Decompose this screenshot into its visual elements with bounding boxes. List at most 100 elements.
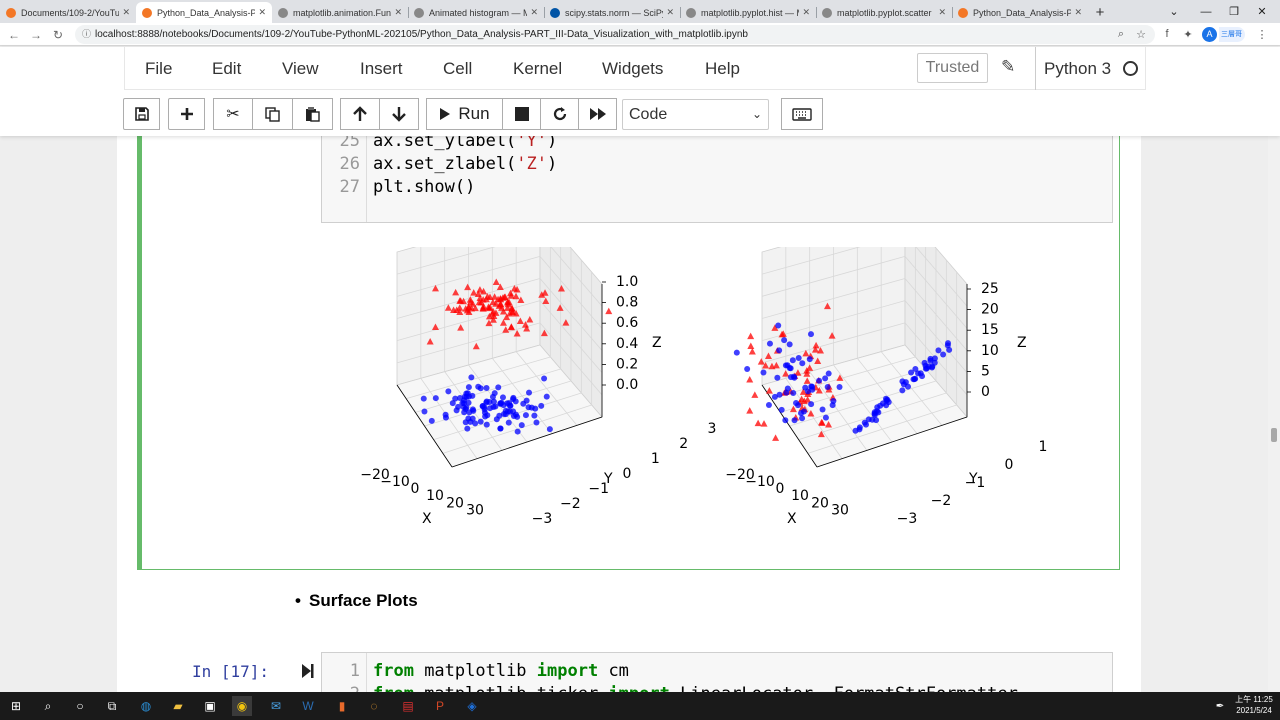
browser-tab[interactable]: Python_Data_Analysis-PA ✕: [952, 2, 1088, 23]
browser-tab[interactable]: Animated histogram — M ✕: [408, 2, 544, 23]
save-icon: [134, 107, 149, 121]
copy-button[interactable]: [252, 98, 293, 130]
menu-insert[interactable]: Insert: [360, 59, 403, 79]
cortana-icon[interactable]: ○: [70, 696, 90, 716]
kernel-name[interactable]: Python 3: [1035, 47, 1111, 90]
forward-icon[interactable]: →: [27, 26, 45, 43]
app-chat-icon[interactable]: ◈: [462, 696, 482, 716]
close-tab-icon[interactable]: ✕: [1074, 7, 1082, 18]
close-tab-icon[interactable]: ✕: [938, 7, 946, 18]
circle-marker: [856, 424, 863, 431]
close-tab-icon[interactable]: ✕: [530, 7, 538, 18]
cell-type-select[interactable]: Code ⌄: [622, 99, 769, 130]
taskbar-clock[interactable]: 上午 11:25 2021/5/24: [1228, 694, 1280, 716]
code-line: 25 ax.set_ylabel('Y'): [322, 136, 558, 153]
paste-button[interactable]: [292, 98, 333, 130]
circle-marker: [531, 412, 538, 419]
url-field[interactable]: ⓘ localhost:8888/notebooks/Documents/109…: [75, 25, 1155, 44]
browser-tab[interactable]: matplotlib.pyplot.hist — M ✕: [680, 2, 816, 23]
circle-marker: [799, 360, 806, 367]
edit-pencil-icon[interactable]: ✎: [1001, 57, 1023, 79]
profile-avatar[interactable]: A: [1202, 27, 1217, 42]
trusted-indicator[interactable]: Trusted: [917, 53, 988, 83]
browser-tab[interactable]: matplotlib.animation.Fun ✕: [272, 2, 408, 23]
circle-marker: [528, 404, 535, 411]
menu-widgets[interactable]: Widgets: [602, 59, 663, 79]
close-tab-icon[interactable]: ✕: [258, 7, 266, 18]
circle-marker: [922, 365, 929, 372]
browser-tab[interactable]: scipy.stats.norm — SciPy ✕: [544, 2, 680, 23]
close-tab-icon[interactable]: ✕: [122, 7, 130, 18]
facebook-extension-icon[interactable]: f: [1160, 27, 1174, 41]
store-icon[interactable]: ▣: [200, 696, 220, 716]
menu-file[interactable]: File: [145, 59, 172, 79]
pen-icon[interactable]: ✒: [1210, 696, 1230, 716]
code-editor[interactable]: 24ax.set_xlabel('X')25ax.set_ylabel('Y')…: [321, 136, 1113, 223]
circle-marker: [784, 362, 791, 369]
zoom-icon[interactable]: ⌕: [1114, 27, 1128, 41]
circle-marker: [442, 414, 449, 421]
restart-button[interactable]: [540, 98, 579, 130]
paste-icon: [306, 106, 320, 122]
z-tick-label: 20: [981, 302, 999, 318]
interrupt-button[interactable]: [502, 98, 541, 130]
menu-help[interactable]: Help: [705, 59, 740, 79]
powerpoint-icon[interactable]: P: [430, 696, 450, 716]
menu-view[interactable]: View: [282, 59, 319, 79]
favicon-icon: [550, 7, 560, 18]
back-icon[interactable]: ←: [5, 26, 23, 43]
browser-tab[interactable]: Documents/109-2/YouTub ✕: [0, 2, 136, 23]
circle-marker: [929, 364, 936, 371]
selected-code-cell[interactable]: 24ax.set_xlabel('X')25ax.set_ylabel('Y')…: [137, 136, 1120, 570]
scrollbar-thumb[interactable]: [1271, 428, 1277, 442]
insert-cell-button[interactable]: [168, 98, 205, 130]
menu-edit[interactable]: Edit: [212, 59, 241, 79]
windows-start-icon[interactable]: ⊞: [6, 696, 26, 716]
code-token: cm: [598, 661, 629, 681]
cut-button[interactable]: ✂: [213, 98, 253, 130]
search-icon[interactable]: ⌕: [38, 696, 58, 716]
extensions-puzzle-icon[interactable]: ✦: [1181, 27, 1195, 41]
triangle-marker: [746, 407, 754, 414]
restart-run-all-button[interactable]: [578, 98, 617, 130]
move-down-button[interactable]: [379, 98, 419, 130]
menu-cell[interactable]: Cell: [443, 59, 472, 79]
close-tab-icon[interactable]: ✕: [802, 7, 810, 18]
command-palette-button[interactable]: [781, 98, 823, 130]
browser-tab[interactable]: matplotlib.pyplot.scatter ✕: [816, 2, 952, 23]
close-tab-icon[interactable]: ✕: [666, 7, 674, 18]
run-button[interactable]: Run: [426, 98, 503, 130]
task-view-icon[interactable]: ⧉: [102, 696, 122, 716]
save-button[interactable]: [123, 98, 160, 130]
vertical-scrollbar[interactable]: [1268, 136, 1280, 692]
mail-icon[interactable]: ✉: [266, 696, 286, 716]
close-tab-icon[interactable]: ✕: [394, 7, 402, 18]
triangle-marker: [746, 375, 754, 383]
circle-marker: [790, 390, 797, 397]
browser-menu-icon[interactable]: ⋮: [1255, 27, 1269, 41]
profile-name[interactable]: 三層哥: [1219, 27, 1245, 42]
browser-tab[interactable]: Python_Data_Analysis-PA ✕: [136, 2, 272, 23]
file-explorer-icon[interactable]: ▰: [168, 696, 188, 716]
run-cell-icon[interactable]: [300, 663, 314, 679]
info-icon: ⓘ: [82, 29, 92, 39]
triangle-marker: [751, 391, 759, 398]
jupyter-app-icon[interactable]: ◌: [364, 696, 384, 716]
new-tab-button[interactable]: +: [1088, 2, 1112, 23]
close-window-button[interactable]: ✕: [1248, 0, 1276, 23]
chrome-icon[interactable]: ◉: [232, 696, 252, 716]
edge-icon[interactable]: ◍: [136, 696, 156, 716]
tab-search-icon[interactable]: ⌄: [1160, 0, 1188, 23]
minimize-button[interactable]: —: [1192, 0, 1220, 23]
restore-button[interactable]: ❐: [1220, 0, 1248, 23]
bookmark-star-icon[interactable]: ☆: [1134, 27, 1148, 41]
move-up-button[interactable]: [340, 98, 380, 130]
circle-marker: [483, 421, 490, 428]
pdf-icon[interactable]: ▤: [398, 696, 418, 716]
menu-kernel[interactable]: Kernel: [513, 59, 562, 79]
app-w-icon[interactable]: W: [298, 696, 318, 716]
reload-icon[interactable]: ↻: [49, 26, 67, 43]
circle-marker: [733, 349, 740, 356]
clock-date: 2021/5/24: [1236, 706, 1272, 715]
office-icon[interactable]: ▮: [332, 696, 352, 716]
